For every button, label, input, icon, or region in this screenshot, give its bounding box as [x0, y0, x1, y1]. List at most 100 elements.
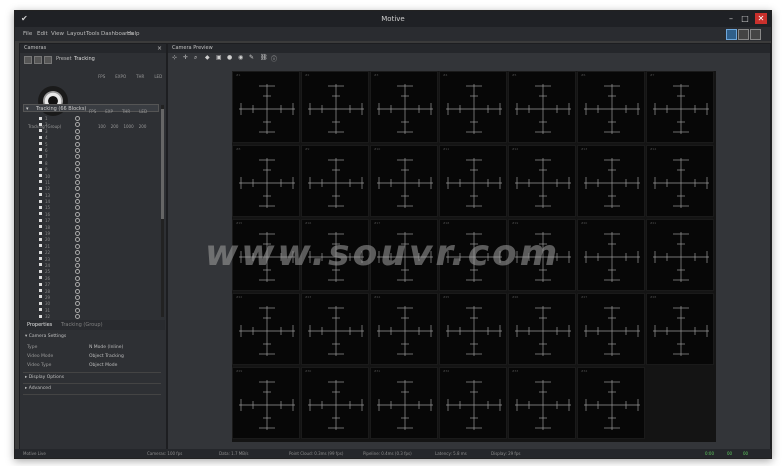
section-advanced[interactable]: ▸ Advanced [25, 386, 51, 391]
camera-view-cell[interactable]: #22 [232, 293, 300, 365]
camera-checkbox[interactable] [39, 282, 42, 286]
menu-layout[interactable]: Layout [67, 31, 86, 37]
camera-checkbox[interactable] [39, 257, 42, 261]
camera-view-cell[interactable]: #27 [577, 293, 645, 365]
select-icon[interactable]: ⊹ [172, 54, 177, 61]
camera-view-cell[interactable]: #31 [370, 367, 438, 439]
camera-view-cell[interactable]: #4 [439, 71, 507, 143]
pencil-icon[interactable]: ✎ [249, 54, 254, 61]
camera-checkbox[interactable] [39, 295, 42, 299]
camera-checkbox[interactable] [39, 269, 42, 273]
collapse-arrow-icon[interactable]: ▾ [26, 105, 29, 113]
camera-checkbox[interactable] [39, 129, 42, 133]
menu-file[interactable]: File [23, 31, 32, 37]
camera-checkbox[interactable] [39, 167, 42, 171]
camera-view-cell[interactable]: #14 [646, 145, 714, 217]
camera-view-cell[interactable]: #23 [301, 293, 369, 365]
camera-checkbox[interactable] [39, 135, 42, 139]
zoom-icon[interactable]: ⌕ [194, 54, 197, 62]
camera-checkbox[interactable] [39, 180, 42, 184]
camera-view-cell[interactable]: #11 [439, 145, 507, 217]
camera-checkbox[interactable] [39, 174, 42, 178]
camera-checkbox[interactable] [39, 308, 42, 312]
eye-icon[interactable]: ◉ [238, 54, 243, 61]
prop-value[interactable]: Object Mode [89, 363, 117, 368]
layout-create-button[interactable] [738, 29, 749, 40]
camera-checkbox[interactable] [39, 199, 42, 203]
camera-view-cell[interactable]: #12 [508, 145, 576, 217]
camera-list-row[interactable]: 32 [23, 313, 159, 319]
camera-view-cell[interactable]: #34 [577, 367, 645, 439]
camera-checkbox[interactable] [39, 237, 42, 241]
camera-checkbox[interactable] [39, 218, 42, 222]
camera-checkbox[interactable] [39, 205, 42, 209]
camera-checkbox[interactable] [39, 122, 42, 126]
tab-tracking-group[interactable]: Tracking (Group) [61, 322, 103, 328]
camera-checkbox[interactable] [39, 244, 42, 248]
camera-checkbox[interactable] [39, 212, 42, 216]
camera-view-cell[interactable]: #30 [301, 367, 369, 439]
menu-edit[interactable]: Edit [37, 31, 48, 37]
camera-view-cell[interactable]: #24 [370, 293, 438, 365]
camera-view-cell[interactable]: #3 [370, 71, 438, 143]
camera-view-cell[interactable]: #8 [232, 145, 300, 217]
preset-dropdown[interactable]: Tracking [74, 56, 95, 62]
camera-checkbox[interactable] [39, 301, 42, 305]
camera-view-cell[interactable]: #2 [301, 71, 369, 143]
tab-properties[interactable]: Properties [27, 322, 52, 328]
camera-view-cell[interactable]: #21 [646, 219, 714, 291]
camera-checkbox[interactable] [39, 276, 42, 280]
camera-view-cell[interactable]: #5 [508, 71, 576, 143]
menu-help[interactable]: Help [127, 31, 140, 37]
section-camera-settings[interactable]: ▾ Camera Settings [25, 334, 66, 339]
marker-icon[interactable]: ◆ [205, 54, 210, 61]
sort-icon[interactable] [44, 56, 52, 64]
list-view-icon[interactable] [34, 56, 42, 64]
camera-checkbox[interactable] [39, 193, 42, 197]
camera-checkbox[interactable] [39, 148, 42, 152]
camera-checkbox[interactable] [39, 250, 42, 254]
camera-view-cell[interactable]: #29 [232, 367, 300, 439]
camera-checkbox[interactable] [39, 142, 42, 146]
crosshair-icon[interactable]: ✛ [183, 54, 188, 61]
layout-edit-button[interactable] [750, 29, 761, 40]
camera-checkbox[interactable] [39, 314, 42, 318]
info-icon[interactable]: ⓘ [271, 54, 277, 63]
camera-checkbox[interactable] [39, 154, 42, 158]
grid-view-icon[interactable] [24, 56, 32, 64]
maximize-icon[interactable]: □ [739, 13, 751, 24]
menu-view[interactable]: View [51, 31, 64, 37]
camera-view-cell[interactable]: #13 [577, 145, 645, 217]
close-icon[interactable]: ✕ [755, 13, 767, 24]
prop-value[interactable]: Object Tracking [89, 354, 124, 359]
prop-value[interactable]: N Mode (Inline) [89, 345, 123, 350]
camera-view-cell[interactable]: #9 [301, 145, 369, 217]
camera-view-cell[interactable]: #25 [439, 293, 507, 365]
camera-view-cell[interactable]: #33 [508, 367, 576, 439]
record-icon[interactable]: ● [227, 54, 232, 61]
camera-view-cell[interactable]: #32 [439, 367, 507, 439]
camera-list-scrollbar[interactable] [161, 105, 164, 317]
scrollbar-thumb[interactable] [161, 109, 164, 219]
camera-checkbox[interactable] [39, 116, 42, 120]
camera-checkbox[interactable] [39, 289, 42, 293]
camera-view-cell[interactable]: #28 [646, 293, 714, 365]
menu-tools[interactable]: Tools [86, 31, 100, 37]
camera-checkbox[interactable] [39, 225, 42, 229]
minimize-icon[interactable]: – [725, 13, 737, 24]
camera-checkbox[interactable] [39, 231, 42, 235]
camera-view-cell[interactable]: #20 [577, 219, 645, 291]
camera-checkbox[interactable] [39, 186, 42, 190]
camera-checkbox[interactable] [39, 161, 42, 165]
camera-icon[interactable]: ▣ [216, 54, 222, 61]
camera-checkbox[interactable] [39, 263, 42, 267]
camera-view-cell[interactable]: #26 [508, 293, 576, 365]
camera-view-cell[interactable]: #1 [232, 71, 300, 143]
section-display-options[interactable]: ▸ Display Options [25, 375, 64, 380]
camera-view-cell[interactable]: #6 [577, 71, 645, 143]
panel-close-icon[interactable]: × [157, 44, 162, 53]
link-icon[interactable]: ⛓ [260, 54, 268, 61]
camera-view-cell[interactable]: #10 [370, 145, 438, 217]
layout-calibrate-button[interactable] [726, 29, 737, 40]
camera-view-cell[interactable]: #7 [646, 71, 714, 143]
